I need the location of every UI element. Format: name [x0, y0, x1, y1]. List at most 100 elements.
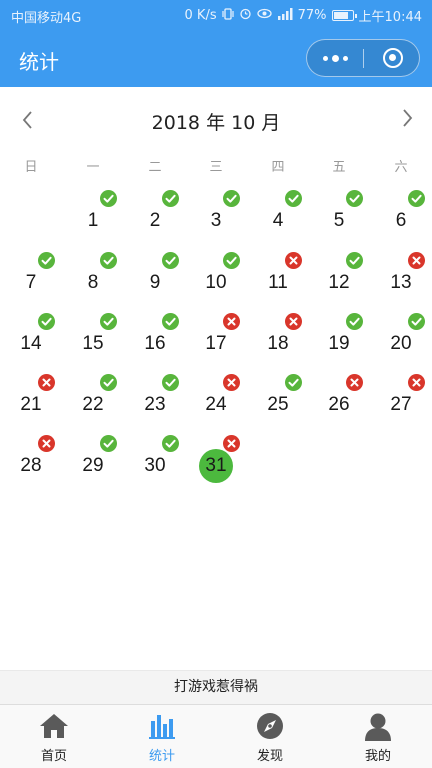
- calendar-day[interactable]: 12: [317, 252, 363, 306]
- eye-icon: [256, 8, 272, 23]
- calendar-day[interactable]: 17: [194, 313, 240, 367]
- calendar-day[interactable]: 11: [256, 252, 302, 306]
- battery-icon: [331, 10, 357, 21]
- day-number: 5: [333, 210, 345, 231]
- calendar-day[interactable]: 2: [133, 190, 179, 244]
- calendar-day[interactable]: 4: [256, 190, 302, 244]
- cross-badge-icon: [285, 252, 302, 269]
- day-number: 11: [268, 272, 288, 293]
- check-badge-icon: [38, 252, 55, 269]
- calendar-day[interactable]: 26: [317, 374, 363, 428]
- vibrate-icon: [222, 7, 234, 24]
- alarm-icon: [239, 7, 252, 24]
- weekday-fri: 五: [332, 160, 346, 175]
- cross-badge-icon: [346, 374, 363, 391]
- calendar-day[interactable]: 16: [133, 313, 179, 367]
- calendar-day[interactable]: 19: [317, 313, 363, 367]
- day-number: 31: [205, 455, 227, 476]
- day-number: 12: [328, 272, 350, 293]
- calendar-day[interactable]: 20: [379, 313, 425, 367]
- signal-icon: [277, 7, 293, 24]
- calendar-day[interactable]: 13: [379, 252, 425, 306]
- calendar-day[interactable]: 24: [194, 374, 240, 428]
- day-number: 16: [144, 333, 166, 354]
- day-number: 13: [390, 272, 412, 293]
- check-badge-icon: [162, 435, 179, 452]
- footer-note: 打游戏惹得祸: [0, 670, 432, 704]
- tab-stats-label: 统计: [148, 749, 175, 764]
- check-badge-icon: [285, 190, 302, 207]
- calendar-day[interactable]: 23: [133, 374, 179, 428]
- check-badge-icon: [38, 313, 55, 330]
- calendar-day[interactable]: 8: [71, 252, 117, 306]
- day-number: 20: [390, 333, 412, 354]
- cross-badge-icon: [285, 313, 302, 330]
- cross-badge-icon: [38, 374, 55, 391]
- tab-bar: 首页 统计 发现 我的: [0, 704, 432, 768]
- menu-capsule: [306, 39, 420, 77]
- calendar-day[interactable]: 21: [9, 374, 55, 428]
- day-number: 10: [205, 272, 227, 293]
- calendar-day[interactable]: 27: [379, 374, 425, 428]
- day-number: 2: [149, 210, 161, 231]
- more-dots-icon[interactable]: [307, 40, 363, 76]
- calendar-day[interactable]: 5: [317, 190, 363, 244]
- status-indicators: 0 K/s 77% 上午10:44: [185, 6, 422, 25]
- tab-mine[interactable]: 我的: [324, 705, 432, 768]
- day-number: 17: [205, 333, 227, 354]
- check-badge-icon: [408, 190, 425, 207]
- calendar-day[interactable]: 31: [194, 435, 240, 489]
- battery-percent: 77%: [297, 8, 327, 23]
- tab-stats[interactable]: 统计: [108, 705, 216, 768]
- day-number: 8: [87, 272, 99, 293]
- calendar-day[interactable]: 3: [194, 190, 240, 244]
- day-number: 23: [144, 394, 166, 415]
- calendar-day[interactable]: 14: [9, 313, 55, 367]
- tab-home-label: 首页: [40, 749, 67, 764]
- calendar-day[interactable]: 10: [194, 252, 240, 306]
- day-number: 6: [395, 210, 407, 231]
- calendar-day[interactable]: 1: [71, 190, 117, 244]
- calendar-day[interactable]: 18: [256, 313, 302, 367]
- calendar-day[interactable]: 28: [9, 435, 55, 489]
- status-bar: 中国移动4G 0 K/s 77% 上午10:44: [0, 0, 432, 30]
- cross-badge-icon: [223, 435, 240, 452]
- day-number: 18: [267, 333, 289, 354]
- weekday-tue: 二: [148, 160, 162, 175]
- calendar-day[interactable]: 29: [71, 435, 117, 489]
- check-badge-icon: [162, 374, 179, 391]
- calendar-day[interactable]: 30: [133, 435, 179, 489]
- check-badge-icon: [100, 313, 117, 330]
- day-number: 30: [144, 455, 166, 476]
- check-badge-icon: [100, 435, 117, 452]
- day-number: 9: [149, 272, 161, 293]
- weekday-thu: 四: [271, 160, 285, 175]
- calendar-day[interactable]: 22: [71, 374, 117, 428]
- check-badge-icon: [100, 374, 117, 391]
- check-badge-icon: [223, 252, 240, 269]
- check-badge-icon: [100, 252, 117, 269]
- target-circle-icon[interactable]: [383, 48, 403, 68]
- calendar-header: 2018 年 10 月: [0, 104, 432, 136]
- calendar-day[interactable]: 6: [379, 190, 425, 244]
- calendar-day[interactable]: 15: [71, 313, 117, 367]
- calendar-day[interactable]: 25: [256, 374, 302, 428]
- day-number: 19: [328, 333, 350, 354]
- calendar-day[interactable]: 7: [9, 252, 55, 306]
- app-header: 统计: [0, 30, 432, 87]
- day-number: 3: [210, 210, 222, 231]
- weekday-sat: 六: [394, 160, 408, 175]
- capsule-divider: [363, 49, 364, 68]
- cross-badge-icon: [38, 435, 55, 452]
- day-number: 14: [20, 333, 42, 354]
- chevron-right-icon[interactable]: [393, 106, 421, 134]
- tab-home[interactable]: 首页: [0, 705, 108, 768]
- day-number: 22: [82, 394, 104, 415]
- tab-mine-label: 我的: [364, 749, 391, 764]
- check-badge-icon: [408, 313, 425, 330]
- check-badge-icon: [162, 190, 179, 207]
- weekday-wed: 三: [209, 160, 223, 175]
- cross-badge-icon: [408, 252, 425, 269]
- calendar-day[interactable]: 9: [133, 252, 179, 306]
- tab-discover[interactable]: 发现: [216, 705, 324, 768]
